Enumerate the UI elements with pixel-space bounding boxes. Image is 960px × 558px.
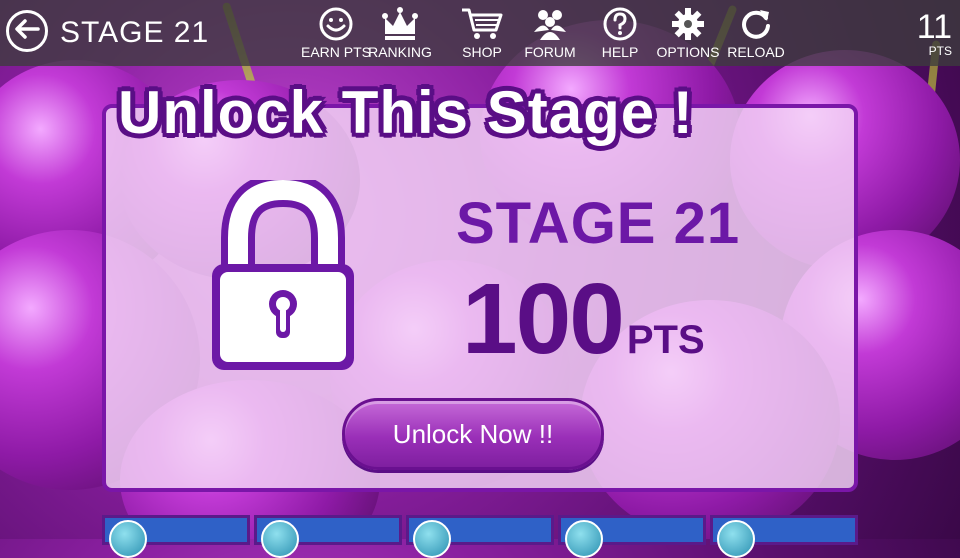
unlock-cost: 100 PTS (462, 262, 705, 377)
stage-badge-icon (565, 520, 603, 558)
people-icon (510, 6, 590, 44)
crown-icon (360, 6, 440, 44)
menu-ranking[interactable]: RANKING (360, 6, 440, 60)
stage-badge-icon (261, 520, 299, 558)
stage-badge-icon (717, 520, 755, 558)
points-unit: PTS (928, 44, 952, 58)
dialog-stage-name: STAGE 21 (456, 191, 741, 256)
stage-badge-icon (109, 520, 147, 558)
reload-icon (716, 6, 796, 44)
menu-label: RANKING (368, 44, 432, 60)
stage-title: STAGE 21 (60, 16, 210, 49)
back-button[interactable] (6, 10, 48, 52)
points-value: 11 (916, 8, 952, 46)
cost-unit: PTS (626, 318, 705, 362)
dialog-title: Unlock This Stage ! (118, 79, 694, 146)
unlock-now-button[interactable]: Unlock Now !! (342, 398, 604, 470)
stage-tile[interactable] (558, 515, 706, 558)
menu-label: RELOAD (727, 44, 785, 60)
stage-tile[interactable] (710, 515, 858, 558)
menu-label: FORUM (524, 44, 576, 60)
stage-badge-icon (413, 520, 451, 558)
padlock-icon (208, 172, 358, 374)
menu-forum[interactable]: FORUM (510, 6, 590, 60)
cost-value: 100 (462, 263, 625, 375)
top-bar: STAGE 21 EARN PTS RANKING SHOP FORUM HEL… (0, 0, 960, 66)
stage-tile[interactable] (406, 515, 554, 558)
stage-tile[interactable] (102, 515, 250, 558)
points-display: 11 PTS (917, 10, 952, 58)
arrow-left-circle-icon (14, 18, 40, 45)
stage-tile[interactable] (254, 515, 402, 558)
menu-reload[interactable]: RELOAD (716, 6, 796, 60)
